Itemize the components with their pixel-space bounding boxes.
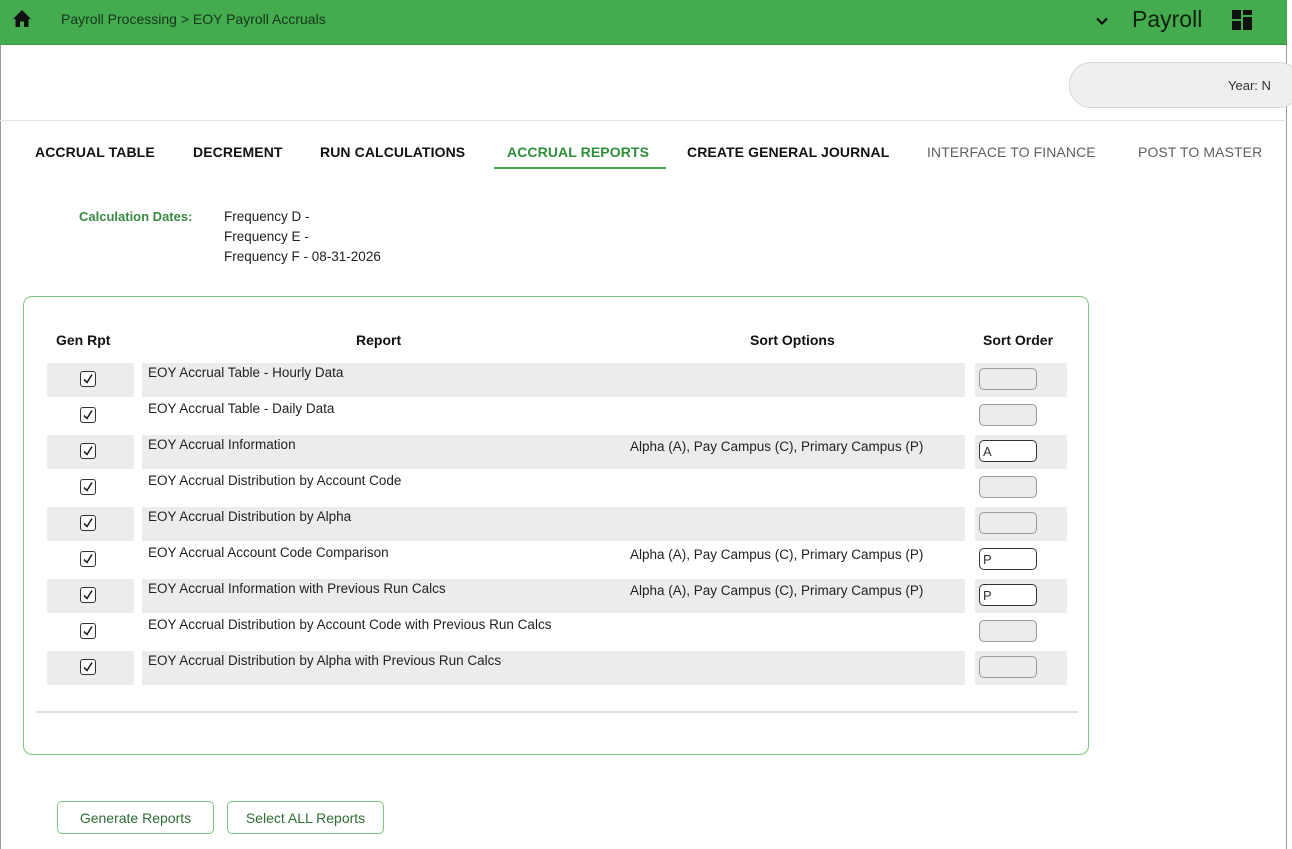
header-report: Report <box>356 332 402 348</box>
tab-run-calculations[interactable]: RUN CALCULATIONS <box>320 144 465 160</box>
table-row: EOY Accrual Information Alpha (A), Pay C… <box>47 435 1067 469</box>
report-name: EOY Accrual Distribution by Alpha <box>148 509 352 524</box>
gen-rpt-checkbox[interactable] <box>80 659 96 675</box>
sort-options: Alpha (A), Pay Campus (C), Primary Campu… <box>630 583 924 598</box>
report-name: EOY Accrual Distribution by Account Code… <box>148 617 552 632</box>
gen-rpt-checkbox[interactable] <box>80 515 96 531</box>
app-name: Payroll <box>1132 6 1203 32</box>
table-row: EOY Accrual Distribution by Alpha with P… <box>47 651 1067 685</box>
header-gen-rpt: Gen Rpt <box>56 332 111 348</box>
frequency-d: Frequency D - <box>224 209 310 224</box>
tab-create-general-journal[interactable]: CREATE GENERAL JOURNAL <box>687 144 889 160</box>
tab-post-to-master[interactable]: POST TO MASTER <box>1138 144 1262 160</box>
sort-order-input[interactable] <box>979 656 1037 678</box>
tab-decrement[interactable]: DECREMENT <box>193 144 283 160</box>
report-name: EOY Accrual Table - Hourly Data <box>148 365 344 380</box>
report-name: EOY Accrual Table - Daily Data <box>148 401 335 416</box>
active-tab-indicator <box>494 167 666 169</box>
header-sort-order: Sort Order <box>983 332 1054 348</box>
header-sort-options: Sort Options <box>750 332 835 348</box>
calculation-dates-label: Calculation Dates: <box>79 209 193 224</box>
tab-accrual-table[interactable]: ACCRUAL TABLE <box>35 144 155 160</box>
header-divider <box>0 120 1287 121</box>
year-label: Year: N <box>1228 78 1271 93</box>
frequency-e: Frequency E - <box>224 229 309 244</box>
frequency-f: Frequency F - 08-31-2026 <box>224 249 381 264</box>
sort-order-input[interactable] <box>979 548 1037 570</box>
top-bar: Payroll Processing > EOY Payroll Accrual… <box>0 0 1287 45</box>
report-name: EOY Accrual Information with Previous Ru… <box>148 581 446 596</box>
table-row: EOY Accrual Distribution by Alpha <box>47 507 1067 541</box>
sort-order-input[interactable] <box>979 368 1037 390</box>
generate-reports-button[interactable]: Generate Reports <box>57 801 214 834</box>
report-name: EOY Accrual Distribution by Account Code <box>148 473 402 488</box>
tab-interface-to-finance[interactable]: INTERFACE TO FINANCE <box>927 144 1096 160</box>
breadcrumb: Payroll Processing > EOY Payroll Accrual… <box>61 11 326 27</box>
gen-rpt-checkbox[interactable] <box>80 479 96 495</box>
gen-rpt-checkbox[interactable] <box>80 443 96 459</box>
sort-order-input[interactable] <box>979 476 1037 498</box>
chevron-down-icon[interactable] <box>1094 13 1110 29</box>
sort-order-input[interactable] <box>979 512 1037 534</box>
panel-divider <box>36 711 1078 713</box>
app-grid-icon[interactable] <box>1231 9 1253 31</box>
gen-rpt-checkbox[interactable] <box>80 587 96 603</box>
home-icon[interactable] <box>12 9 32 29</box>
report-name: EOY Accrual Account Code Comparison <box>148 545 389 560</box>
gen-rpt-checkbox[interactable] <box>80 371 96 387</box>
sort-order-input[interactable] <box>979 440 1037 462</box>
report-name: EOY Accrual Distribution by Alpha with P… <box>148 653 502 668</box>
select-all-reports-button[interactable]: Select ALL Reports <box>227 801 384 834</box>
gen-rpt-checkbox[interactable] <box>80 623 96 639</box>
table-row: EOY Accrual Distribution by Account Code… <box>47 615 1067 649</box>
tab-accrual-reports[interactable]: ACCRUAL REPORTS <box>507 144 649 160</box>
sort-order-input[interactable] <box>979 620 1037 642</box>
sort-options: Alpha (A), Pay Campus (C), Primary Campu… <box>630 439 924 454</box>
table-row: EOY Accrual Information with Previous Ru… <box>47 579 1067 613</box>
table-row: EOY Accrual Table - Daily Data <box>47 399 1067 433</box>
sort-order-input[interactable] <box>979 584 1037 606</box>
gen-rpt-checkbox[interactable] <box>80 551 96 567</box>
report-name: EOY Accrual Information <box>148 437 296 452</box>
table-row: EOY Accrual Table - Hourly Data <box>47 363 1067 397</box>
table-row: EOY Accrual Distribution by Account Code <box>47 471 1067 505</box>
table-row: EOY Accrual Account Code Comparison Alph… <box>47 543 1067 577</box>
gen-rpt-checkbox[interactable] <box>80 407 96 423</box>
sort-options: Alpha (A), Pay Campus (C), Primary Campu… <box>630 547 924 562</box>
sort-order-input[interactable] <box>979 404 1037 426</box>
